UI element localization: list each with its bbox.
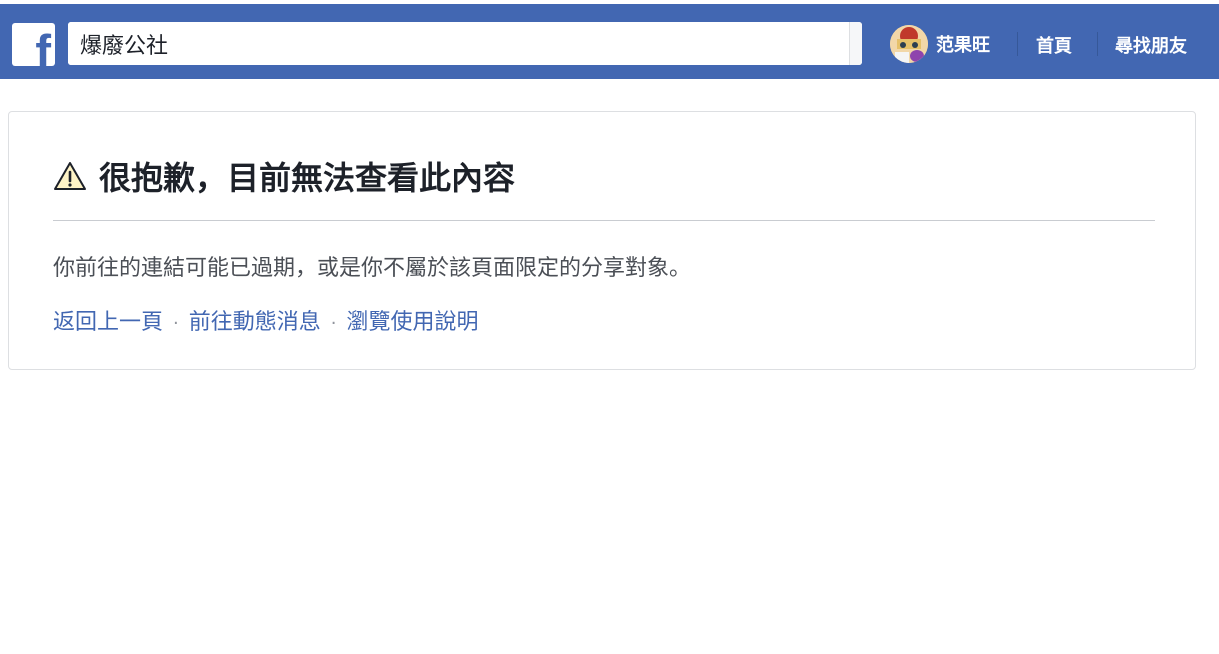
logo-letter: f: [35, 25, 51, 66]
avatar: [890, 24, 928, 63]
news-feed-link[interactable]: 前往動態消息: [189, 310, 321, 335]
error-title: 很抱歉，目前無法查看此內容: [99, 159, 516, 197]
nav-find-friends-link[interactable]: 尋找朋友: [1115, 32, 1187, 58]
nav-divider: [1097, 32, 1098, 56]
content-unavailable-card: 很抱歉，目前無法查看此內容 你前往的連結可能已過期，或是你不屬於該頁面限定的分享…: [8, 111, 1196, 370]
nav-divider: [1017, 32, 1018, 56]
search-button[interactable]: [849, 22, 862, 65]
nav-home-link[interactable]: 首頁: [1036, 32, 1072, 58]
facebook-logo-icon[interactable]: f: [12, 23, 55, 66]
profile-name: 范果旺: [936, 34, 990, 56]
link-separator: ·: [330, 313, 337, 334]
error-heading: 很抱歉，目前無法查看此內容: [53, 156, 516, 197]
top-navigation-bar: f 范果旺 首頁 尋找朋友: [0, 4, 1219, 79]
warning-icon: [54, 162, 86, 190]
search-input[interactable]: [68, 22, 780, 65]
go-back-link[interactable]: 返回上一頁: [53, 310, 163, 335]
help-center-link[interactable]: 瀏覽使用說明: [347, 310, 479, 335]
search-box: [68, 22, 862, 65]
link-separator: ·: [173, 313, 179, 334]
profile-link[interactable]: 范果旺: [890, 23, 990, 64]
divider: [53, 220, 1155, 221]
help-links: 返回上一頁 · 前往動態消息 · 瀏覽使用說明: [53, 304, 479, 336]
error-message: 你前往的連結可能已過期，或是你不屬於該頁面限定的分享對象。: [53, 256, 692, 281]
